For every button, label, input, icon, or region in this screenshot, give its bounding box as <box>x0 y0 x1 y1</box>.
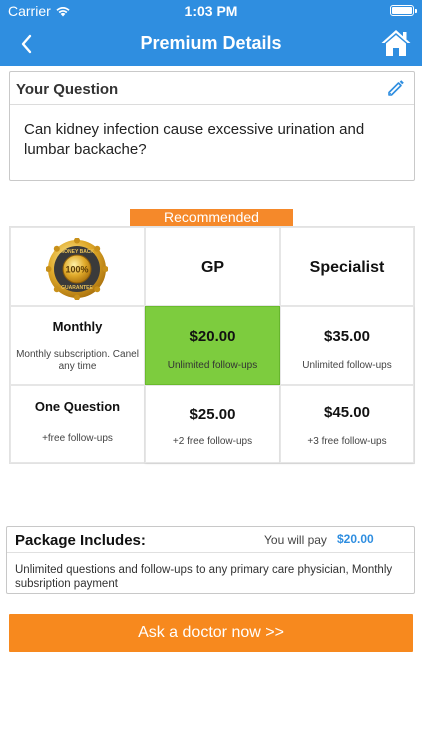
price-monthly-specialist: $35.00 <box>324 328 370 345</box>
row-sub-monthly: Monthly subscription. Canel any time <box>16 349 139 372</box>
battery-fill <box>392 7 412 14</box>
price-one-question-specialist: $45.00 <box>324 404 370 421</box>
row-header-one-question: One Question +free follow-ups <box>10 385 145 463</box>
badge-bottom-text: GUARANTEE <box>61 285 93 291</box>
column-label-gp: GP <box>200 259 225 276</box>
row-label-monthly: Monthly <box>52 319 103 334</box>
pay-amount: $20.00 <box>337 532 374 546</box>
question-header: Your Question <box>10 72 414 105</box>
package-title: Package Includes: <box>15 532 146 549</box>
package-header: Package Includes: You will pay $20.00 <box>7 527 414 553</box>
home-icon <box>381 30 411 56</box>
ask-doctor-button[interactable]: Ask a doctor now >> <box>9 614 413 652</box>
pricing-grid: 100% MONEY BACK GUARANTEE GP Specialist … <box>9 226 415 464</box>
badge-cell: 100% MONEY BACK GUARANTEE <box>10 227 145 306</box>
plan-option-monthly-specialist[interactable]: $35.00 Unlimited follow-ups <box>280 306 414 385</box>
chevron-left-icon <box>21 34 32 54</box>
price-sub-monthly-specialist: Unlimited follow-ups <box>302 360 392 371</box>
row-label-one-question: One Question <box>34 399 121 414</box>
plan-option-one-question-specialist[interactable]: $45.00 +3 free follow-ups <box>280 385 414 463</box>
navigation-bar: Premium Details <box>0 22 422 66</box>
recommended-tag: Recommended <box>130 209 293 226</box>
badge-center-text: 100% <box>65 265 88 275</box>
battery-icon <box>390 5 417 16</box>
package-description: Unlimited questions and follow-ups to an… <box>15 564 393 590</box>
column-label-specialist: Specialist <box>309 259 385 276</box>
money-back-guarantee-badge-icon: 100% MONEY BACK GUARANTEE <box>46 238 108 300</box>
page-title: Premium Details <box>140 33 282 53</box>
price-monthly-gp: $20.00 <box>189 328 236 345</box>
pencil-icon <box>388 80 404 96</box>
question-card: Your Question Can kidney infection cause… <box>9 71 415 181</box>
row-sub-one-question: +free follow-ups <box>42 433 113 444</box>
question-text: Can kidney infection cause excessive uri… <box>24 121 365 158</box>
price-sub-monthly-gp: Unlimited follow-ups <box>167 360 258 371</box>
row-header-monthly: Monthly Monthly subscription. Canel any … <box>10 306 145 385</box>
plan-option-one-question-gp[interactable]: $25.00 +2 free follow-ups <box>145 385 280 463</box>
plan-option-monthly-gp[interactable]: $20.00 Unlimited follow-ups <box>145 306 280 385</box>
question-title: Your Question <box>16 81 119 98</box>
package-card: Package Includes: You will pay $20.00 Un… <box>6 526 415 594</box>
pay-label: You will pay <box>264 533 327 547</box>
status-time: 1:03 PM <box>184 3 238 19</box>
back-button[interactable] <box>14 30 38 58</box>
column-header-specialist: Specialist <box>280 227 414 306</box>
status-bar: Carrier 1:03 PM <box>0 0 422 22</box>
home-button[interactable] <box>380 28 412 58</box>
column-header-gp: GP <box>145 227 280 306</box>
badge-top-text: MONEY BACK <box>60 249 94 255</box>
price-sub-one-question-gp: +2 free follow-ups <box>172 436 253 447</box>
edit-question-button[interactable] <box>386 78 406 98</box>
price-one-question-gp: $25.00 <box>189 406 236 423</box>
price-sub-one-question-specialist: +3 free follow-ups <box>307 436 387 447</box>
